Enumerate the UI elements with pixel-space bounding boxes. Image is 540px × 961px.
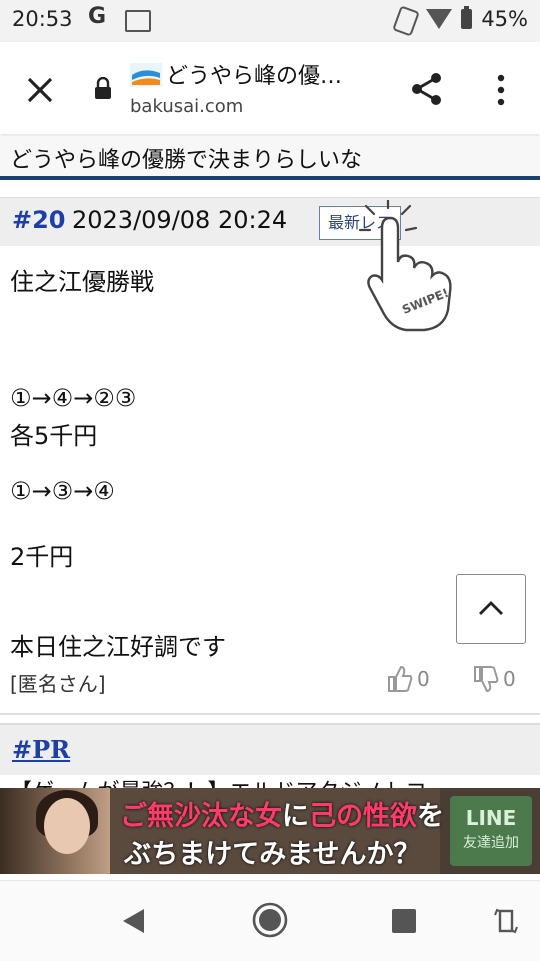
chevron-up-icon [479, 601, 503, 615]
ad-headline-part: 己の性欲 [309, 801, 417, 832]
ad-headline-2: ぶちまけてみませんか？ [124, 839, 421, 870]
post-line: ①→③→④ [10, 477, 115, 505]
like-button[interactable]: 0 [387, 663, 430, 695]
message-icon [125, 10, 151, 32]
home-icon[interactable] [251, 901, 289, 939]
close-icon [27, 77, 53, 103]
thumbs-up-icon [388, 665, 413, 692]
post-datetime: 2023/09/08 20:24 [72, 206, 288, 234]
line-add-friend-button[interactable]: LINE 友達追加 [450, 796, 532, 866]
battery-percent: 45% [481, 7, 528, 31]
dislike-button[interactable]: 0 [473, 663, 516, 695]
post-line: 2千円 [10, 543, 74, 571]
ad-headline-part: ご無沙汰な女 [120, 801, 282, 832]
recent-apps-icon[interactable] [392, 909, 416, 933]
pr-header: #PR [0, 723, 540, 775]
ad-banner[interactable]: ご無沙汰な女に己の性欲を ぶちまけてみませんか？ LINE 友達追加 [0, 788, 540, 874]
wifi-icon [426, 9, 452, 29]
lock-icon [95, 77, 111, 99]
divider [0, 713, 540, 715]
close-tab-button[interactable] [22, 72, 58, 108]
more-options-button[interactable] [490, 72, 512, 108]
scroll-to-top-button[interactable] [456, 574, 526, 644]
google-icon: G [88, 4, 107, 29]
back-icon[interactable] [120, 907, 148, 935]
post-line: 本日住之江好調です [10, 633, 226, 661]
thumbs-down-icon [474, 666, 499, 693]
site-favicon [130, 63, 162, 87]
thread-title: どうやら峰の優勝で決まりらしいな [10, 148, 363, 173]
rotate-icon[interactable] [493, 905, 519, 937]
battery-icon [461, 6, 472, 29]
line-label: LINE [465, 806, 517, 830]
ad-headline-1: ご無沙汰な女に己の性欲を [120, 794, 444, 833]
status-time: 20:53 [12, 7, 73, 31]
pr-link[interactable]: #PR [12, 735, 70, 764]
post-line: ①→④→②③ [10, 384, 137, 412]
nfc-icon [392, 5, 420, 37]
status-bar: 20:53 G 45% [0, 0, 540, 42]
thread-header: どうやら峰の優勝で決まりらしいな [0, 136, 540, 180]
like-count: 0 [417, 667, 430, 691]
post-line: 各5千円 [10, 422, 98, 450]
more-vert-icon [497, 74, 505, 106]
page-title[interactable]: どうやら峰の優… [166, 58, 342, 90]
share-icon [412, 73, 441, 105]
ad-photo [0, 788, 118, 874]
share-button[interactable] [408, 70, 446, 108]
add-friend-label: 友達追加 [463, 835, 519, 851]
post-number-link[interactable]: #20 [12, 206, 66, 234]
swipe-hand-icon: SWIPE! [358, 200, 452, 332]
page-url[interactable]: bakusai.com [130, 96, 243, 117]
ad-headline-part: に [282, 801, 309, 832]
browser-toolbar: どうやら峰の優… bakusai.com [0, 42, 540, 134]
post-author: [匿名さん] [10, 672, 106, 696]
dislike-count: 0 [503, 667, 516, 691]
system-nav-bar [0, 880, 540, 961]
post-line: 住之江優勝戦 [10, 268, 154, 296]
ad-photo-face [44, 798, 90, 854]
pr-snippet[interactable]: 【ゲームが最強？！】エルドアタジノトコ [10, 774, 540, 788]
ad-headline-part: を [417, 801, 444, 832]
